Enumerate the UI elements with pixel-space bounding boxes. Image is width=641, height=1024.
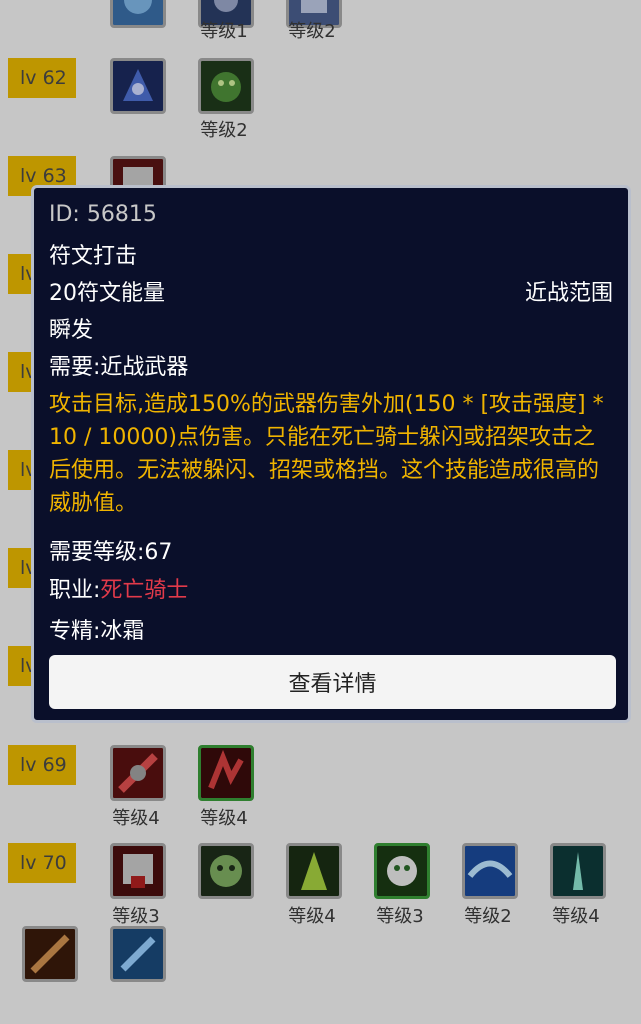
skill-name: 符文打击 bbox=[49, 244, 138, 269]
required-level: 需要等级:67 bbox=[49, 534, 172, 566]
class-label: 职业: bbox=[49, 578, 101, 603]
skill-cast-time: 瞬发 bbox=[49, 318, 94, 343]
required-level-label: 需要等级: bbox=[49, 540, 145, 565]
required-level-value: 67 bbox=[144, 540, 173, 565]
skill-cost: 20符文能量 bbox=[49, 281, 165, 306]
skill-description: 攻击目标,造成150%的武器伤害外加(150 * [攻击强度] * 10 / 1… bbox=[49, 392, 604, 516]
skill-requirement: 需要:近战武器 bbox=[49, 355, 189, 380]
spec-label: 专精: bbox=[49, 619, 101, 644]
skill-id: ID: 56815 bbox=[49, 202, 157, 227]
spec-row: 专精:冰霜 bbox=[49, 613, 144, 645]
spec-value: 冰霜 bbox=[100, 619, 145, 644]
skill-range: 近战范围 bbox=[524, 281, 613, 306]
skill-tooltip: ID: 56815 符文打击 20符文能量 近战范围 瞬发 需要:近战武器 攻击… bbox=[31, 185, 631, 723]
class-value: 死亡骑士 bbox=[100, 578, 189, 603]
view-details-button[interactable]: 查看详情 bbox=[49, 655, 616, 709]
class-row: 职业:死亡骑士 bbox=[49, 572, 188, 604]
